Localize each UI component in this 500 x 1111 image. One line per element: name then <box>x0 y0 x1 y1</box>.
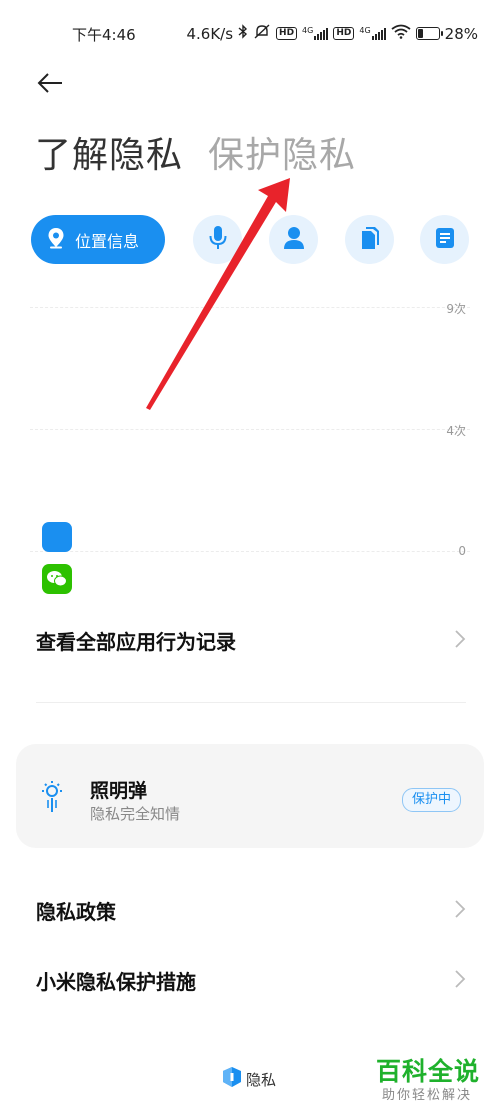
chevron-right-icon <box>454 899 466 923</box>
footer-brand-label: 隐私 <box>246 1070 277 1089</box>
chevron-right-icon <box>454 969 466 993</box>
watermark-subtitle: 助你轻松解决 <box>382 1088 473 1103</box>
location-pin-icon <box>47 227 65 253</box>
files-icon <box>359 226 381 254</box>
mute-icon <box>253 24 271 43</box>
sim1-hd-badge: HD <box>276 27 298 40</box>
bluetooth-icon <box>238 24 248 43</box>
tab-understand-privacy[interactable]: 了解隐私 <box>35 126 183 178</box>
sim1-signal-icon: 4G <box>302 26 329 40</box>
wifi-icon <box>391 24 411 43</box>
footer-brand: 隐私 <box>222 1066 276 1092</box>
wechat-icon[interactable] <box>42 564 72 594</box>
document-icon <box>435 227 455 253</box>
status-time: 下午4:46 <box>72 26 136 44</box>
sim2-hd-badge: HD <box>333 27 355 40</box>
divider <box>36 702 466 703</box>
network-speed: 4.6K/s <box>186 24 234 43</box>
view-all-records-label: 查看全部应用行为记录 <box>36 630 236 654</box>
chart-gridline-top <box>30 307 470 308</box>
category-document-chip[interactable] <box>420 215 469 264</box>
y-tick-zero: 0 <box>458 544 466 558</box>
chart-gridline-mid <box>30 429 470 430</box>
privacy-policy-label: 隐私政策 <box>36 900 116 924</box>
privacy-policy-row[interactable]: 隐私政策 <box>36 896 466 925</box>
y-tick-max: 9次 <box>446 302 466 316</box>
flare-subtitle: 隐私完全知情 <box>90 805 181 823</box>
xiaomi-privacy-measures-label: 小米隐私保护措施 <box>36 970 196 994</box>
privacy-shield-icon <box>222 1066 242 1092</box>
category-files-chip[interactable] <box>345 215 394 264</box>
contact-person-icon <box>283 226 305 254</box>
back-arrow-icon[interactable] <box>36 68 66 98</box>
category-microphone-chip[interactable] <box>193 215 242 264</box>
status-bar-right: 4.6K/s HD 4G HD 4G 28% <box>186 24 478 43</box>
blue-app-icon[interactable] <box>42 522 72 552</box>
flare-title: 照明弹 <box>90 780 148 802</box>
sim2-signal-icon: 4G <box>359 26 386 40</box>
status-badge: 保护中 <box>402 788 462 812</box>
xiaomi-privacy-measures-row[interactable]: 小米隐私保护措施 <box>36 966 466 995</box>
chevron-right-icon <box>454 629 466 653</box>
view-all-records-row[interactable]: 查看全部应用行为记录 <box>36 626 466 655</box>
category-contacts-chip[interactable] <box>269 215 318 264</box>
battery-percent: 28% <box>444 24 478 43</box>
chart-gridline-zero <box>30 551 470 552</box>
category-location-chip[interactable]: 位置信息 <box>31 215 165 264</box>
microphone-icon <box>209 225 227 255</box>
battery-icon <box>415 27 443 40</box>
category-location-label: 位置信息 <box>75 231 140 251</box>
sim2-network-type: 4G <box>359 26 371 35</box>
y-tick-mid: 4次 <box>446 424 466 438</box>
sim1-network-type: 4G <box>302 26 314 35</box>
flare-lightbulb-icon <box>38 780 66 818</box>
watermark-title: 百科全说 <box>376 1057 481 1086</box>
tab-protect-privacy[interactable]: 保护隐私 <box>208 126 356 178</box>
